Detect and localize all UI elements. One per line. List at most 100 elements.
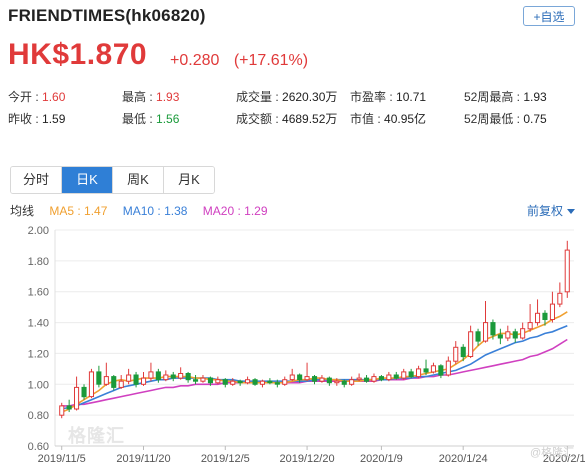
legend-ma5: MA5 : 1.47 xyxy=(49,204,108,218)
candle-up xyxy=(259,380,265,385)
candle-up xyxy=(453,346,459,362)
adjust-label: 前复权 xyxy=(526,204,563,218)
candle-up xyxy=(430,365,436,373)
w52low-value: 0.75 xyxy=(523,112,547,126)
candle-down xyxy=(423,368,429,373)
candle-up xyxy=(163,374,169,381)
candle-up xyxy=(349,379,355,385)
candle-up xyxy=(148,371,154,379)
candle-down xyxy=(512,331,518,339)
candle-up xyxy=(557,292,563,305)
volume-label: 成交量 : xyxy=(236,90,279,104)
ma20-line xyxy=(61,338,568,407)
amount-value: 4689.52万 xyxy=(282,112,338,126)
candle-up xyxy=(334,380,340,384)
candle-up xyxy=(178,373,184,379)
watermark-logo: 格隆汇 xyxy=(68,426,125,446)
candle-down xyxy=(326,377,332,384)
y-tick-label: 1.20 xyxy=(28,348,49,360)
high-label: 最高 : xyxy=(122,90,153,104)
w52high-label: 52周最高 : xyxy=(464,90,521,104)
x-tick-label: 2019/12/20 xyxy=(280,453,335,465)
candle-down xyxy=(96,371,102,385)
tab-monthly-k[interactable]: 月K xyxy=(164,167,214,193)
candle-up xyxy=(126,374,132,382)
candle-up xyxy=(59,405,65,416)
x-tick-label: 2020/1/9 xyxy=(360,453,403,465)
candle-down xyxy=(155,371,161,381)
candle-down xyxy=(378,376,384,381)
mcap-label: 市值 : xyxy=(350,112,381,126)
prev-close-label: 昨收 : xyxy=(8,112,39,126)
ma10-line xyxy=(61,324,568,410)
candle-down xyxy=(497,334,503,339)
ma-legend: 均线 MA5 : 1.47 MA10 : 1.38 MA20 : 1.29 xyxy=(10,202,280,219)
candle-down xyxy=(274,382,280,385)
stats-row-2: 昨收 : 1.59 最低 : 1.56 成交额 : 4689.52万 市值 : … xyxy=(8,110,578,132)
x-tick-label: 2019/12/5 xyxy=(201,453,250,465)
y-tick-label: 1.40 xyxy=(28,318,49,330)
candle-down xyxy=(490,322,496,336)
candle-up xyxy=(386,374,392,381)
price-change: +0.280 (+17.61%) xyxy=(170,52,318,70)
legend-ma20: MA20 : 1.29 xyxy=(202,204,268,218)
candle-down xyxy=(460,346,466,358)
candle-down xyxy=(364,377,370,382)
open-label: 今开 : xyxy=(8,90,39,104)
stock-title: FRIENDTIMES(hk06820) xyxy=(8,6,206,25)
change-percent: (+17.61%) xyxy=(233,52,309,69)
x-tick-label: 2020/1/24 xyxy=(439,453,488,465)
candle-up xyxy=(74,386,80,410)
add-watchlist-button[interactable]: +自选 xyxy=(523,6,575,26)
candle-up xyxy=(245,379,251,384)
price-adjust-dropdown[interactable]: 前复权 xyxy=(527,202,575,219)
candle-up xyxy=(505,331,511,339)
open-value: 1.60 xyxy=(42,90,66,104)
y-tick-label: 1.00 xyxy=(28,379,49,391)
watermark-handle: @格隆汇 xyxy=(530,447,575,459)
chevron-down-icon xyxy=(567,209,575,215)
candle-up xyxy=(549,303,556,320)
mcap-value: 40.95亿 xyxy=(384,112,427,126)
candle-down xyxy=(185,373,191,381)
candle-down xyxy=(297,374,303,381)
change-value: +0.280 xyxy=(170,52,220,69)
candle-down xyxy=(133,374,139,385)
candle-down xyxy=(111,376,117,388)
candle-up xyxy=(468,331,474,358)
stats-panel: 今开 : 1.60 最高 : 1.93 成交量 : 2620.30万 市盈率 :… xyxy=(8,88,578,132)
tab-intraday[interactable]: 分时 xyxy=(11,167,62,193)
candle-down xyxy=(193,379,199,382)
w52high-value: 1.93 xyxy=(523,90,547,104)
candle-up xyxy=(319,377,325,382)
x-tick-label: 2019/11/5 xyxy=(38,453,86,465)
candle-down xyxy=(393,374,399,379)
low-label: 最低 : xyxy=(122,112,153,126)
tab-daily-k[interactable]: 日K xyxy=(62,167,113,193)
pe-label: 市盈率 : xyxy=(350,90,393,104)
x-tick-label: 2019/11/20 xyxy=(116,453,170,465)
tab-weekly-k[interactable]: 周K xyxy=(113,167,164,193)
volume-value: 2620.30万 xyxy=(282,90,338,104)
candle-up xyxy=(282,379,288,385)
pe-value: 10.71 xyxy=(396,90,427,104)
candle-down xyxy=(312,376,318,382)
candle-up xyxy=(289,374,295,381)
candle-up xyxy=(141,377,147,385)
y-tick-label: 1.80 xyxy=(28,256,49,268)
candle-down xyxy=(237,380,243,384)
legend-ma10: MA10 : 1.38 xyxy=(122,204,188,218)
candle-up xyxy=(564,249,570,293)
candle-down xyxy=(66,405,72,410)
w52low-label: 52周最低 : xyxy=(464,112,521,126)
current-price: HK$1.870 xyxy=(8,38,148,71)
y-tick-label: 2.00 xyxy=(28,225,49,237)
candle-up xyxy=(416,368,422,378)
y-tick-label: 1.60 xyxy=(28,287,49,299)
candle-down xyxy=(475,331,481,342)
amount-label: 成交额 : xyxy=(236,112,279,126)
period-tabs: 分时 日K 周K 月K xyxy=(10,166,215,194)
candle-up xyxy=(304,376,310,381)
candle-up xyxy=(88,371,95,398)
candle-down xyxy=(207,377,213,384)
